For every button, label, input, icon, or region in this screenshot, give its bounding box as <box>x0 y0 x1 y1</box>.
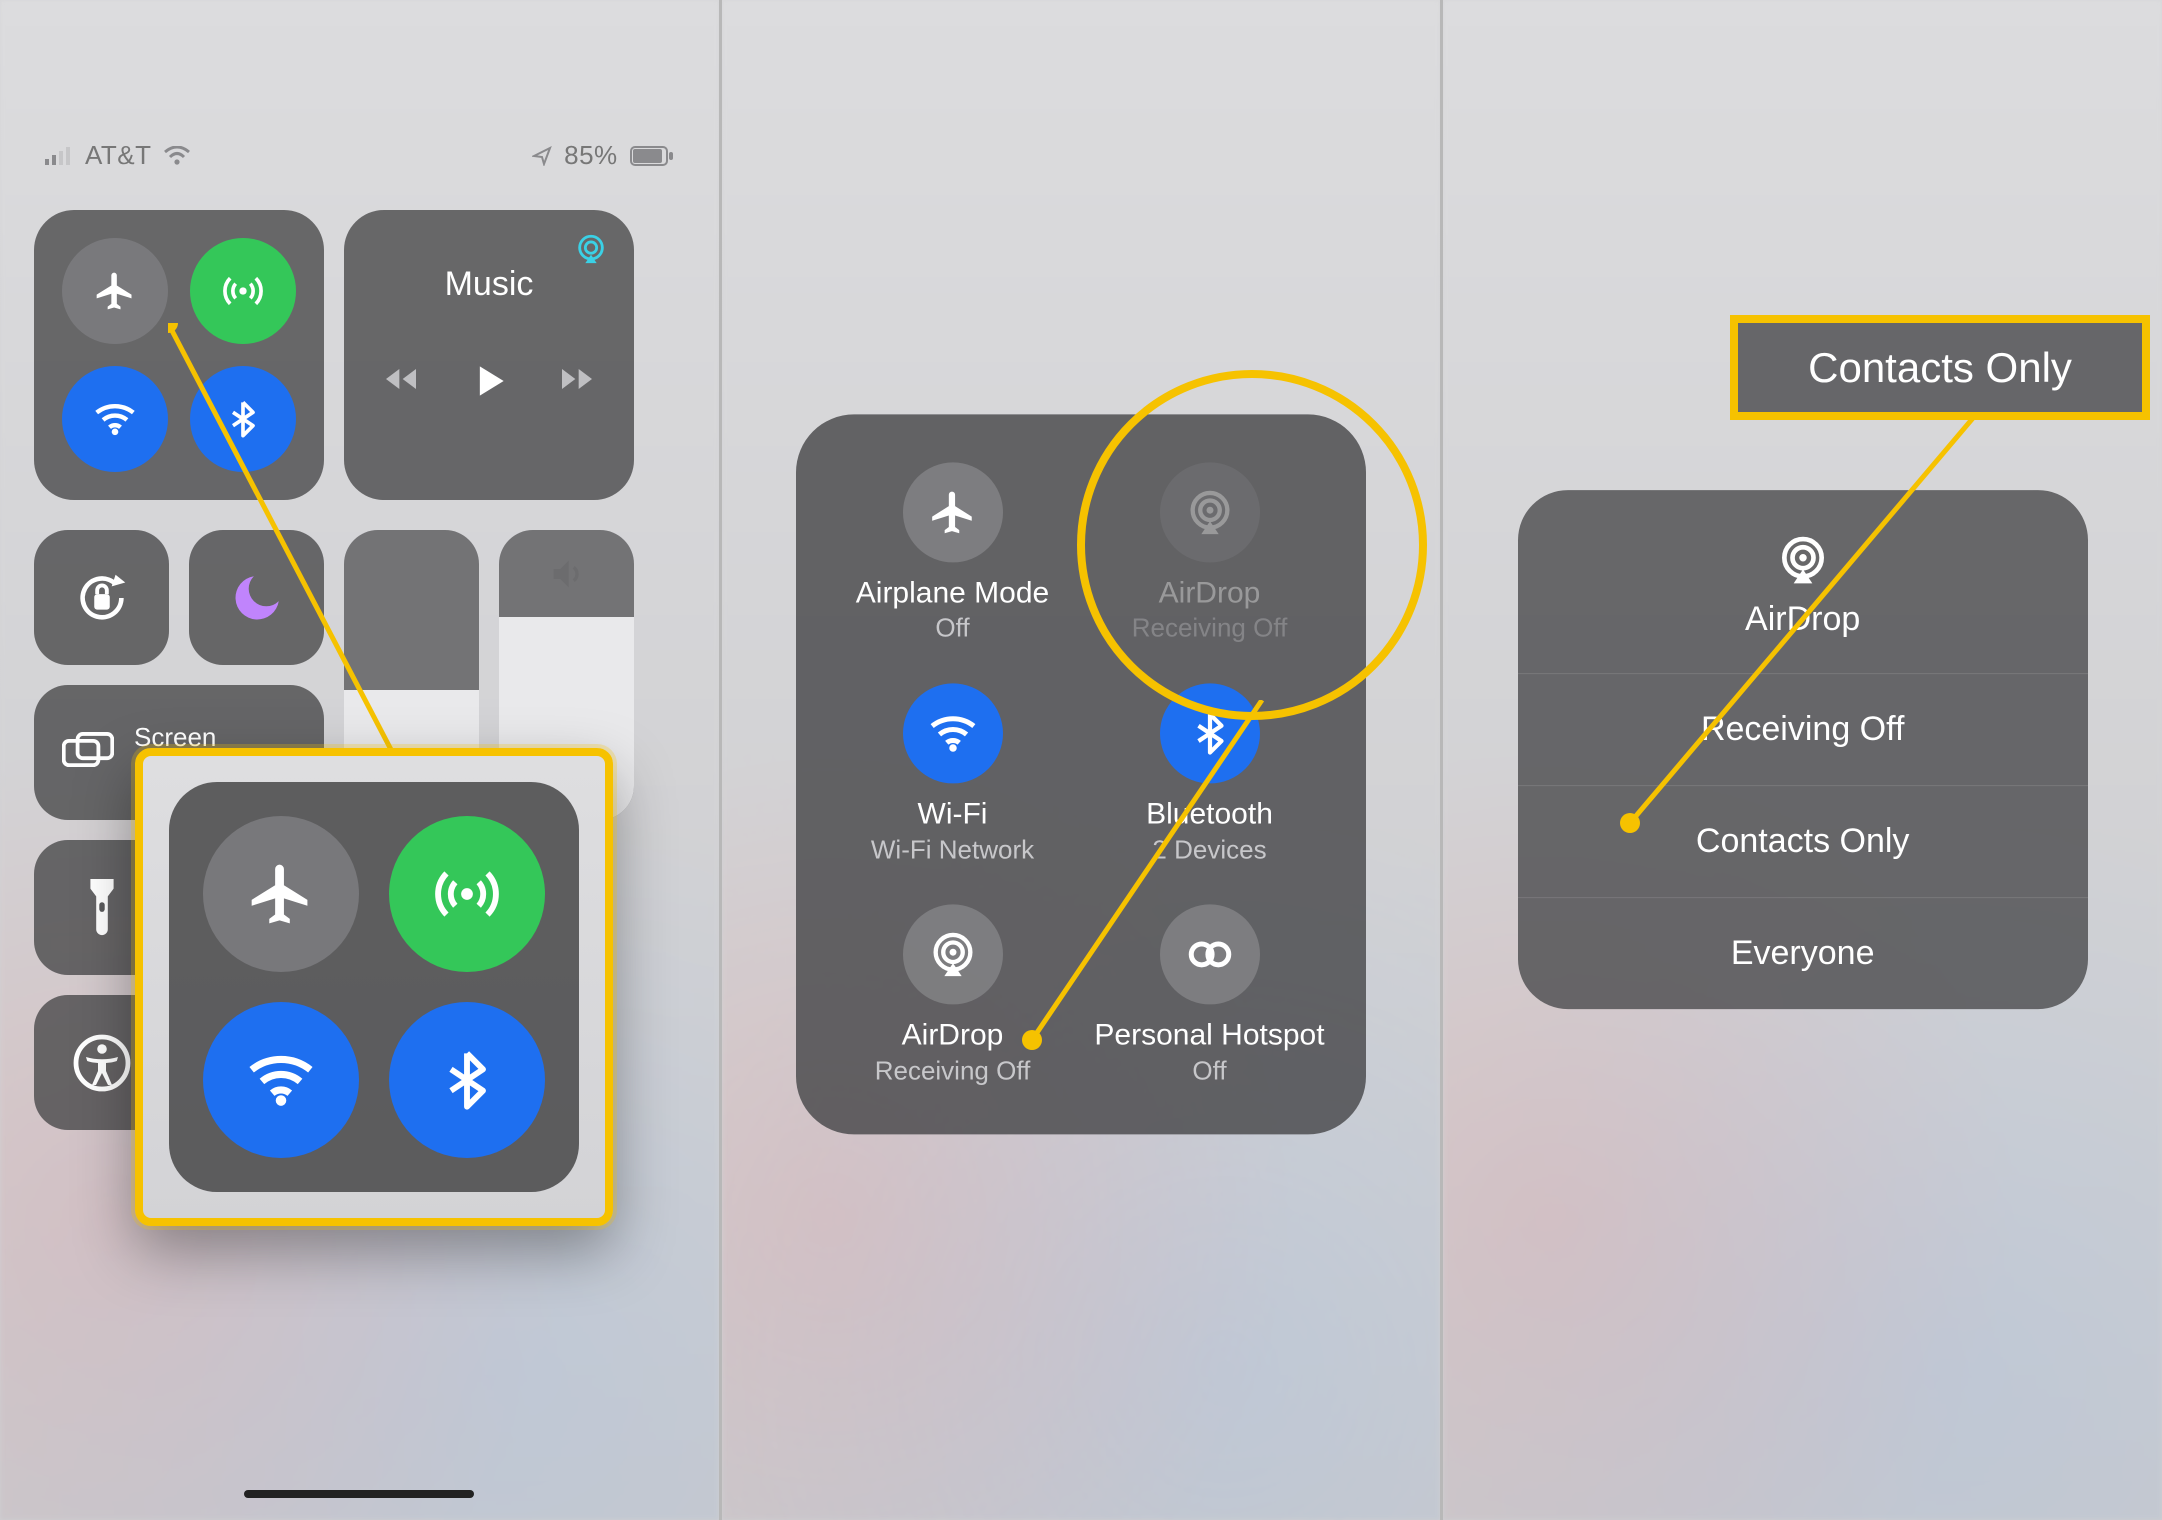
flashlight-icon <box>82 879 122 937</box>
exp-airplane[interactable]: Airplane Mode Off <box>824 454 1081 651</box>
music-controls <box>381 359 597 403</box>
contacts-only-callout: Contacts Only <box>1730 315 2150 420</box>
battery-icon <box>630 146 674 166</box>
airplane-icon <box>928 487 978 537</box>
panel-control-center: AT&T 85% <box>0 0 722 1520</box>
exp-hotspot-label: Personal Hotspot <box>1094 1019 1324 1054</box>
exp-wifi-label: Wi-Fi <box>918 798 988 833</box>
airdrop-icon <box>927 929 979 981</box>
play-button[interactable] <box>467 359 511 403</box>
airdrop-icon <box>1775 532 1831 588</box>
wifi-icon <box>93 397 137 441</box>
prev-button[interactable] <box>381 359 421 403</box>
music-tile[interactable]: Music <box>344 210 634 500</box>
airdrop-option-everyone[interactable]: Everyone <box>1518 897 2088 1009</box>
speaker-icon <box>547 554 587 594</box>
wifi-status-icon <box>164 146 190 166</box>
bluetooth-icon <box>223 399 263 439</box>
tutorial-three-panels: AT&T 85% <box>0 0 2162 1520</box>
cellular-icon <box>432 859 502 929</box>
battery-label: 85% <box>564 140 618 171</box>
dnd-button[interactable] <box>189 530 324 665</box>
location-icon <box>532 146 552 166</box>
connectivity-zoom-callout <box>135 748 613 1226</box>
orientation-lock-button[interactable] <box>34 530 169 665</box>
zoom-wifi <box>203 1002 359 1158</box>
exp-hotspot[interactable]: Personal Hotspot Off <box>1081 897 1338 1094</box>
airplane-button[interactable] <box>62 238 168 344</box>
music-title: Music <box>445 265 534 304</box>
bluetooth-icon <box>1187 711 1233 757</box>
status-right: 85% <box>532 140 674 171</box>
exp-airplane-label: Airplane Mode <box>856 576 1049 611</box>
airplane-icon <box>93 269 137 313</box>
next-button[interactable] <box>557 359 597 403</box>
airplane-icon <box>246 859 316 929</box>
zoom-airplane <box>203 816 359 972</box>
signal-icon <box>45 147 73 165</box>
exp-wifi-sub: Wi-Fi Network <box>871 834 1034 865</box>
zoom-bluetooth <box>389 1002 545 1158</box>
accessibility-icon <box>70 1031 134 1095</box>
airdrop-menu-card: AirDrop Receiving Off Contacts Only Ever… <box>1518 490 2088 1009</box>
airdrop-menu-title: AirDrop <box>1518 600 2088 639</box>
bluetooth-button[interactable] <box>190 366 296 472</box>
exp-airdrop-sub: Receiving Off <box>875 1055 1031 1086</box>
exp-bt-sub: 2 Devices <box>1152 834 1266 865</box>
lock-rotate-icon <box>71 567 133 629</box>
wifi-button[interactable] <box>62 366 168 472</box>
carrier-label: AT&T <box>85 140 152 171</box>
status-left: AT&T <box>45 140 190 171</box>
airdrop-menu-header: AirDrop <box>1518 490 2088 673</box>
airdrop-option-contacts-only[interactable]: Contacts Only <box>1518 785 2088 897</box>
panel-expanded-connectivity: Airplane Mode Off AirDrop Receiving Off … <box>722 0 1444 1520</box>
airdrop-option-receiving-off[interactable]: Receiving Off <box>1518 673 2088 785</box>
exp-bluetooth[interactable]: Bluetooth 2 Devices <box>1081 676 1338 873</box>
exp-wifi[interactable]: Wi-Fi Wi-Fi Network <box>824 676 1081 873</box>
exp-airdrop-label: AirDrop <box>902 1019 1004 1054</box>
airplay-icon[interactable] <box>574 232 608 266</box>
bluetooth-icon <box>435 1048 499 1112</box>
exp-airdrop-top-label: AirDrop <box>1159 576 1261 611</box>
exp-airdrop-top[interactable]: AirDrop Receiving Off <box>1081 454 1338 651</box>
zoom-cellular <box>389 816 545 972</box>
hotspot-icon <box>1185 930 1235 980</box>
wifi-icon <box>928 709 978 759</box>
moon-icon <box>228 569 286 627</box>
cellular-icon <box>221 269 265 313</box>
callout3-text: Contacts Only <box>1808 344 2072 392</box>
status-bar: AT&T 85% <box>0 140 719 171</box>
connectivity-tile[interactable] <box>34 210 324 500</box>
wifi-icon <box>246 1045 316 1115</box>
home-indicator <box>244 1490 474 1498</box>
exp-airdrop-top-sub: Receiving Off <box>1132 613 1288 644</box>
airdrop-icon <box>1184 486 1236 538</box>
exp-hotspot-sub: Off <box>1192 1055 1226 1086</box>
exp-airplane-sub: Off <box>935 613 969 644</box>
expanded-connectivity-card: Airplane Mode Off AirDrop Receiving Off … <box>796 414 1366 1134</box>
cellular-button[interactable] <box>190 238 296 344</box>
panel-airdrop-menu: Contacts Only AirDrop Receiving Off Cont… <box>1443 0 2162 1520</box>
mirroring-icon <box>62 731 114 775</box>
exp-airdrop[interactable]: AirDrop Receiving Off <box>824 897 1081 1094</box>
exp-bt-label: Bluetooth <box>1146 798 1273 833</box>
